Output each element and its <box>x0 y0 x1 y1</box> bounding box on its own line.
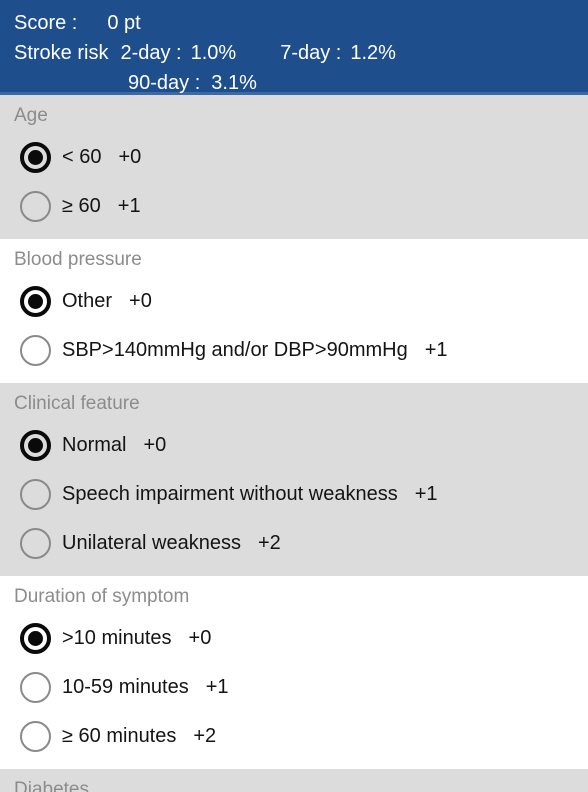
risk-7day-label: 7-day : <box>280 42 342 64</box>
radio-icon-unselected[interactable] <box>20 721 51 752</box>
option-duration-ge60min[interactable]: ≥ 60 minutes +2 <box>0 712 588 761</box>
section-title-clinical-feature: Clinical feature <box>14 393 140 414</box>
radio-icon-unselected[interactable] <box>20 191 51 222</box>
option-points: +2 <box>257 532 281 554</box>
option-label: Speech impairment without weakness <box>62 483 398 505</box>
stroke-risk-row-1: Stroke risk 2-day : 1.0% 7-day : 1.2% <box>0 38 588 68</box>
option-duration-10to59min[interactable]: 10-59 minutes +1 <box>0 663 588 712</box>
risk-2day-label: 2-day : <box>120 42 182 64</box>
radio-icon-unselected[interactable] <box>20 528 51 559</box>
option-clinical-speech-impairment[interactable]: Speech impairment without weakness +1 <box>0 470 588 519</box>
score-value: 0 pt <box>107 12 141 34</box>
radio-icon-selected[interactable] <box>20 623 51 654</box>
option-points: +1 <box>117 195 141 217</box>
section-title-age: Age <box>14 105 48 126</box>
section-blood-pressure: Blood pressure Other +0 SBP>140mmHg and/… <box>0 239 588 383</box>
stroke-risk-label: Stroke risk <box>14 42 109 64</box>
option-points: +1 <box>414 483 438 505</box>
radio-icon-unselected[interactable] <box>20 672 51 703</box>
risk-2day-value: 1.0% <box>190 42 237 64</box>
option-label: 10-59 minutes <box>62 676 189 698</box>
option-age-lt60[interactable]: < 60 +0 <box>0 133 588 182</box>
section-duration-of-symptom: Duration of symptom >10 minutes +0 10-59… <box>0 576 588 769</box>
option-clinical-unilateral-weakness[interactable]: Unilateral weakness +2 <box>0 519 588 568</box>
radio-icon-unselected[interactable] <box>20 335 51 366</box>
option-label: Normal <box>62 434 127 456</box>
stroke-risk-row-2: 90-day : 3.1% <box>0 68 588 98</box>
section-age: Age < 60 +0 ≥ 60 +1 <box>0 95 588 239</box>
score-summary-header: Score : 0 pt Stroke risk 2-day : 1.0% 7-… <box>0 0 588 95</box>
section-diabetes: Diabetes <box>0 769 588 792</box>
section-clinical-feature: Clinical feature Normal +0 Speech impair… <box>0 383 588 576</box>
radio-icon-selected[interactable] <box>20 430 51 461</box>
option-points: +0 <box>129 290 152 312</box>
option-label: < 60 <box>62 146 102 168</box>
option-points: +0 <box>118 146 142 168</box>
abcd2-score-calculator: Score : 0 pt Stroke risk 2-day : 1.0% 7-… <box>0 0 588 792</box>
option-clinical-normal[interactable]: Normal +0 <box>0 421 588 470</box>
score-row: Score : 0 pt <box>0 8 588 38</box>
option-label: Unilateral weakness <box>62 532 241 554</box>
option-label: ≥ 60 minutes <box>62 725 177 747</box>
option-label: >10 minutes <box>62 627 172 649</box>
risk-90day-label: 90-day : <box>128 72 201 94</box>
score-label: Score : <box>14 12 78 34</box>
radio-icon-unselected[interactable] <box>20 479 51 510</box>
option-label: ≥ 60 <box>62 195 101 217</box>
option-points: +0 <box>188 627 212 649</box>
option-label: Other <box>62 290 113 312</box>
risk-90day-value: 3.1% <box>211 72 257 94</box>
option-bp-hypertensive[interactable]: SBP>140mmHg and/or DBP>90mmHg +1 <box>0 326 588 375</box>
option-points: +1 <box>424 339 448 361</box>
section-title-blood-pressure: Blood pressure <box>14 249 142 270</box>
section-title-diabetes: Diabetes <box>14 779 89 792</box>
option-label: SBP>140mmHg and/or DBP>90mmHg <box>62 339 408 361</box>
option-points: +0 <box>143 434 167 456</box>
radio-icon-selected[interactable] <box>20 142 51 173</box>
option-duration-gt10min[interactable]: >10 minutes +0 <box>0 614 588 663</box>
option-points: +2 <box>193 725 217 747</box>
option-age-ge60[interactable]: ≥ 60 +1 <box>0 182 588 231</box>
radio-icon-selected[interactable] <box>20 286 51 317</box>
option-bp-other[interactable]: Other +0 <box>0 277 588 326</box>
option-points: +1 <box>205 676 229 698</box>
risk-7day-value: 1.2% <box>350 42 396 64</box>
section-title-duration: Duration of symptom <box>14 586 190 607</box>
